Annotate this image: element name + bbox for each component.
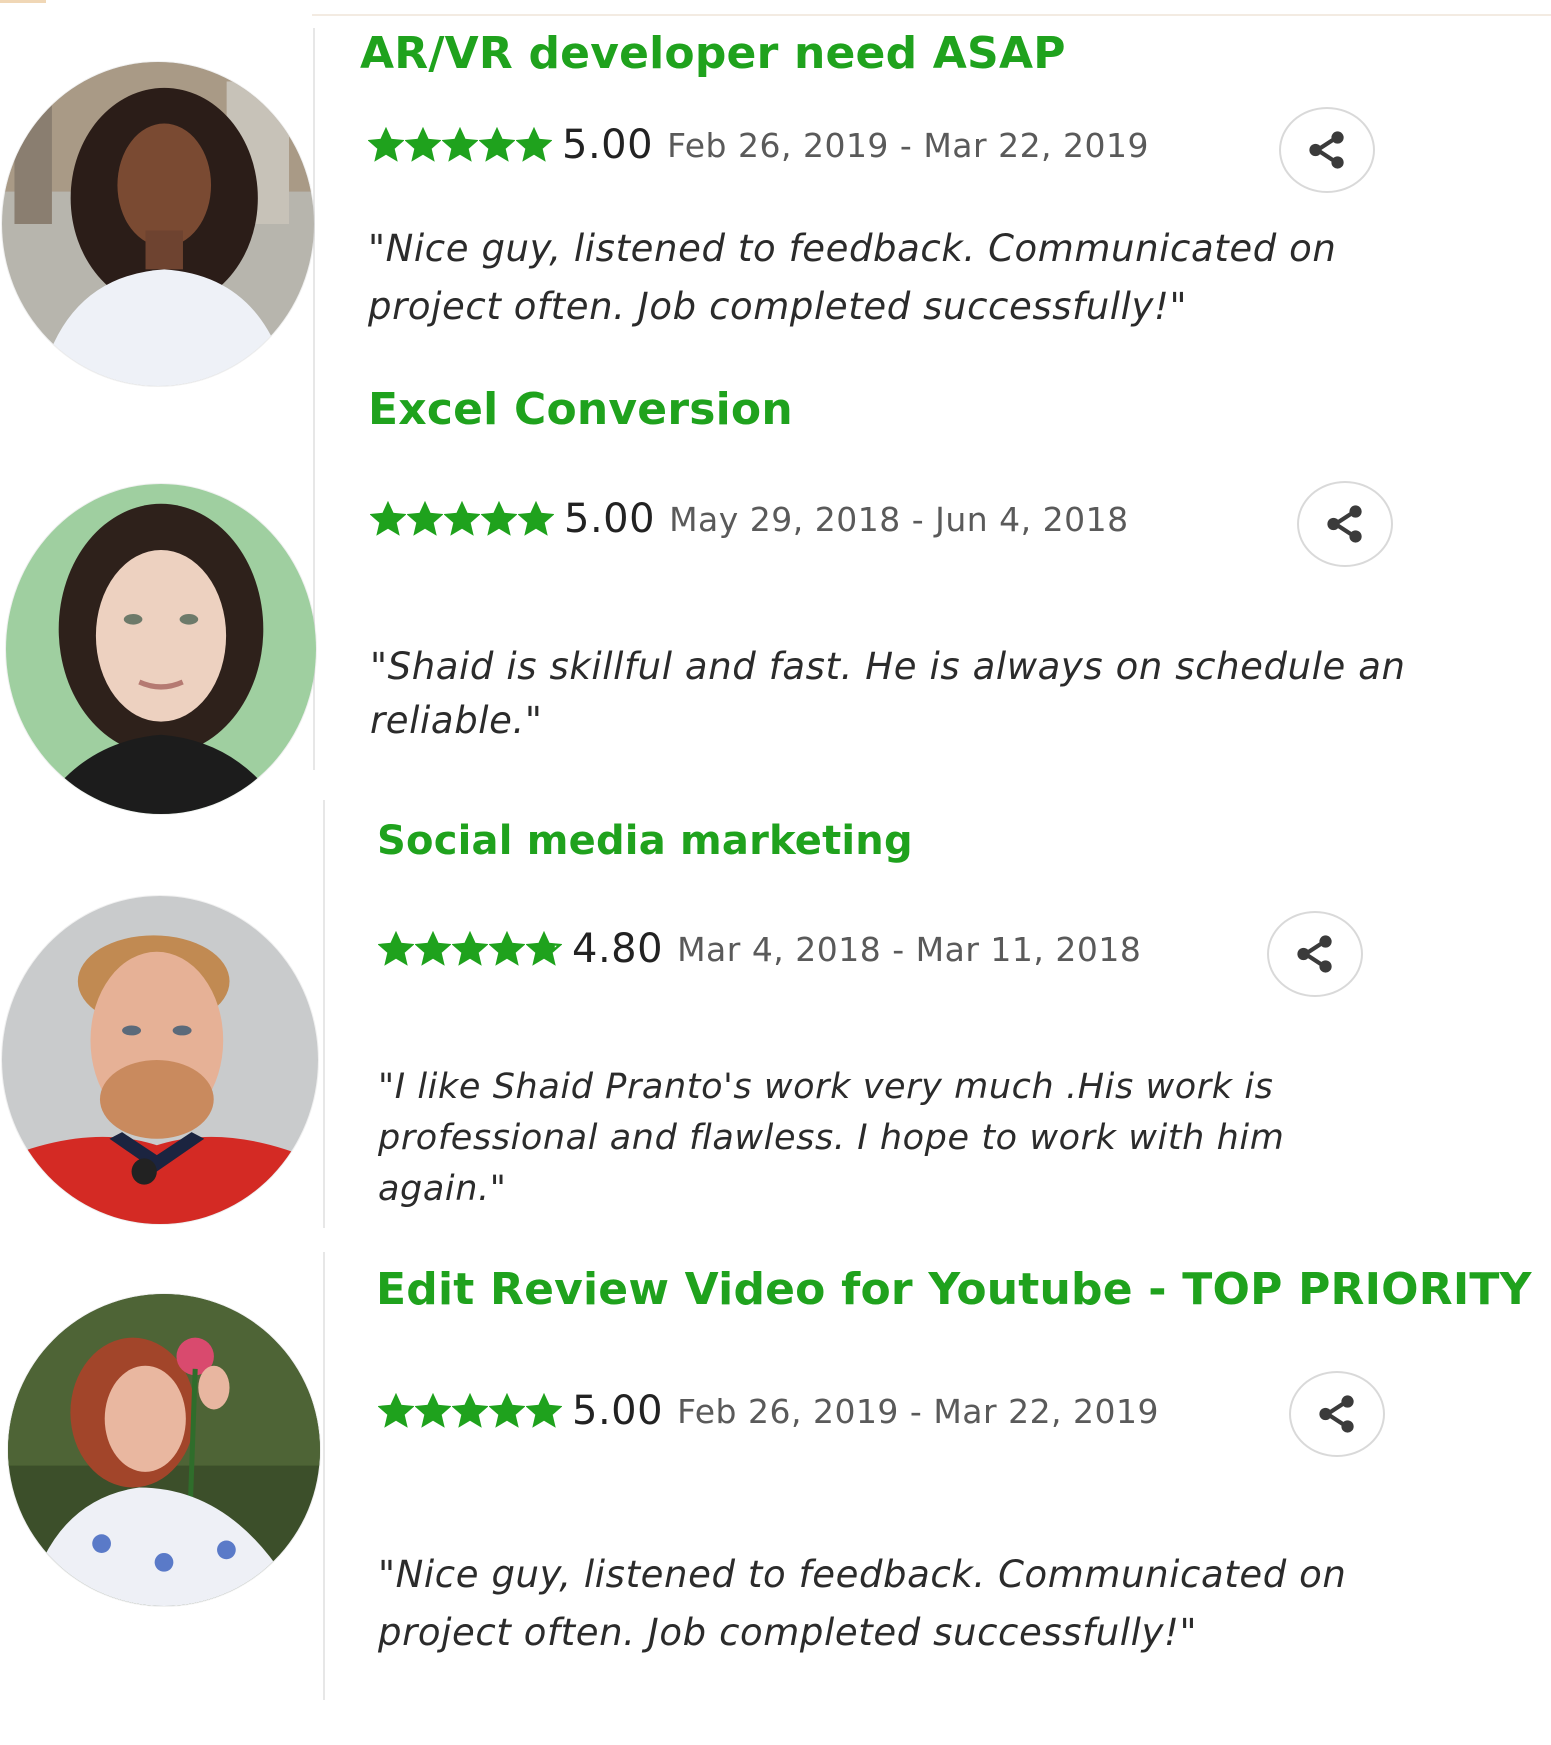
date-range: Feb 26, 2019 - Mar 22, 2019: [677, 1391, 1160, 1431]
share-icon: [1319, 1395, 1354, 1433]
rating-row: 5.00 Feb 26, 2019 - Mar 22, 2019: [368, 122, 1149, 168]
star-icon: [405, 127, 441, 162]
star-rating: [368, 127, 552, 163]
job-title[interactable]: Edit Review Video for Youtube - TOP PRIO…: [376, 1264, 1532, 1315]
star-icon: [452, 931, 488, 966]
review-line: again.": [378, 1169, 507, 1209]
reviewer-avatar: [8, 1294, 320, 1606]
rating-score: 5.00: [562, 122, 654, 168]
star-rating: [370, 501, 554, 537]
star-icon: [489, 1393, 525, 1428]
date-range: Feb 26, 2019 - Mar 22, 2019: [667, 125, 1150, 165]
share-button[interactable]: [1289, 1371, 1385, 1457]
review-line: reliable.": [370, 699, 543, 742]
reviewer-photo: [8, 1294, 320, 1606]
job-title[interactable]: AR/VR developer need ASAP: [360, 28, 1066, 79]
date-range: Mar 4, 2018 - Mar 11, 2018: [677, 929, 1142, 969]
review-line: "I like Shaid Pranto's work very much .H…: [378, 1067, 1274, 1107]
rating-row: 4.80 Mar 4, 2018 - Mar 11, 2018: [378, 926, 1141, 972]
review-text: "Nice guy, listened to feedback. Communi…: [378, 1546, 1346, 1662]
review-line: project often. Job completed successfull…: [378, 1611, 1198, 1654]
star-icon: [516, 127, 552, 162]
star-icon: [452, 1393, 488, 1428]
share-icon: [1309, 131, 1344, 169]
review-line: "Nice guy, listened to feedback. Communi…: [378, 1553, 1347, 1596]
review-text: "Shaid is skillful and fast. He is alway…: [370, 640, 1406, 748]
star-icon: [368, 127, 404, 162]
review-text: "Nice guy, listened to feedback. Communi…: [368, 220, 1336, 336]
rating-row: 5.00 May 29, 2018 - Jun 4, 2018: [370, 496, 1129, 542]
review-line: project often. Job completed successfull…: [368, 285, 1188, 328]
rating-score: 4.80: [572, 926, 664, 972]
rating-score: 5.00: [572, 1388, 664, 1434]
date-range: May 29, 2018 - Jun 4, 2018: [669, 499, 1129, 539]
star-icon: [442, 127, 478, 162]
share-icon: [1297, 935, 1332, 973]
rating-score: 5.00: [564, 496, 656, 542]
star-icon: [526, 1393, 562, 1428]
star-icon: [444, 501, 480, 536]
share-button[interactable]: [1279, 107, 1375, 193]
star-icon: [518, 501, 554, 536]
share-button[interactable]: [1297, 481, 1393, 567]
reviewer-avatar: [2, 896, 318, 1224]
corner-mark: [0, 0, 46, 3]
reviewer-photo: [2, 896, 318, 1224]
star-rating: [378, 1393, 562, 1429]
reviewer-photo: [6, 484, 316, 814]
reviewer-photo: [2, 62, 314, 386]
star-icon: [378, 1393, 414, 1428]
rating-row: 5.00 Feb 26, 2019 - Mar 22, 2019: [378, 1388, 1159, 1434]
star-icon: [407, 501, 443, 536]
star-icon: [481, 501, 517, 536]
star-icon: [489, 931, 525, 966]
reviewer-avatar: [6, 484, 316, 814]
review-line: "Nice guy, listened to feedback. Communi…: [368, 227, 1337, 270]
share-icon: [1327, 505, 1362, 543]
reviewer-avatar: [2, 62, 314, 386]
review-text: "I like Shaid Pranto's work very much .H…: [378, 1062, 1284, 1215]
star-icon: [415, 1393, 451, 1428]
star-icon: [415, 931, 451, 966]
star-icon: [370, 501, 406, 536]
column-divider: [323, 800, 325, 1228]
review-line: professional and flawless. I hope to wor…: [378, 1118, 1285, 1158]
star-icon: [526, 931, 562, 966]
review-line: "Shaid is skillful and fast. He is alway…: [370, 645, 1406, 688]
job-title[interactable]: Excel Conversion: [368, 384, 793, 435]
job-title[interactable]: Social media marketing: [377, 818, 913, 864]
star-icon: [378, 931, 414, 966]
star-rating: [378, 931, 562, 967]
share-button[interactable]: [1267, 911, 1363, 997]
star-icon: [479, 127, 515, 162]
top-divider: [312, 14, 1551, 16]
column-divider: [323, 1252, 325, 1700]
